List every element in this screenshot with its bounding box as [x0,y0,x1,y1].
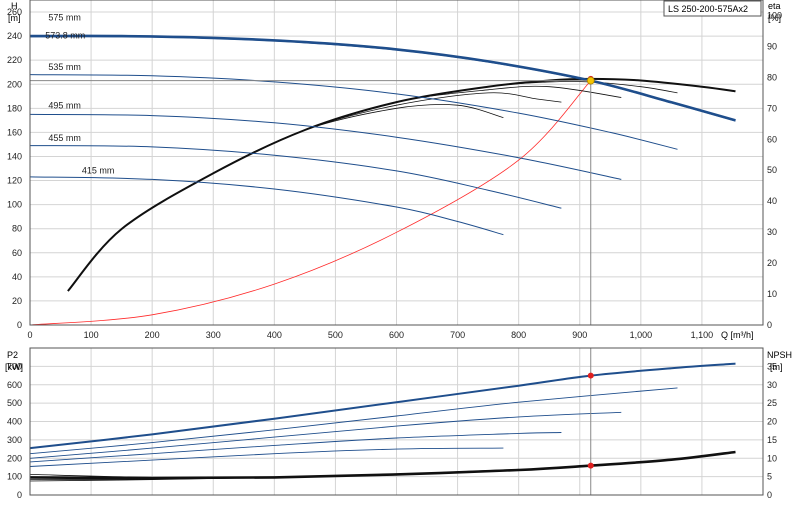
head-tick-label: 20 [12,296,22,306]
top-left-axis-unit: [m] [8,13,21,23]
power-tick-label: 300 [7,435,22,445]
head-tick-label: 0 [17,320,22,330]
impeller-diameter-label: 575 mm [48,12,81,22]
efficiency-tick-label: 50 [767,165,777,175]
x-tick-label: 700 [450,330,465,340]
x-tick-label: 200 [145,330,160,340]
efficiency-tick-label: 80 [767,72,777,82]
efficiency-tick-label: 90 [767,41,777,51]
npsh-tick-label: 0 [767,490,772,500]
power-tick-label: 500 [7,398,22,408]
x-tick-label: 0 [27,330,32,340]
power-tick-label: 400 [7,417,22,427]
impeller-diameter-label: 455 mm [48,133,81,143]
head-tick-label: 240 [7,31,22,41]
npsh-tick-label: 20 [767,417,777,427]
power-tick-label: 600 [7,380,22,390]
x-tick-label: 500 [328,330,343,340]
top-left-axis-label: H [11,1,18,11]
npsh-tick-label: 10 [767,453,777,463]
efficiency-tick-label: 60 [767,134,777,144]
head-tick-label: 40 [12,272,22,282]
top-right-axis-unit: [%] [768,13,781,23]
chart-title: LS 250-200-575Ax2 [668,4,748,14]
x-tick-label: 100 [84,330,99,340]
head-tick-label: 160 [7,127,22,137]
power-curve [29,432,562,463]
x-tick-label: 300 [206,330,221,340]
efficiency-tick-label: 0 [767,320,772,330]
x-tick-label: 900 [572,330,587,340]
pump-performance-chart: 575 mm 573.8 mm 535 mm 495 mm 455 mm 415 mm 0 1… [0,0,800,520]
efficiency-tick-label: 20 [767,258,777,268]
head-tick-label: 180 [7,103,22,113]
x-axis-label: Q [m³/h] [721,330,754,340]
power-tick-label: 100 [7,472,22,482]
head-tick-label: 220 [7,55,22,65]
bottom-left-axis-unit: [kW] [5,362,23,372]
npsh-tick-label: 5 [767,472,772,482]
head-tick-label: 60 [12,248,22,258]
impeller-diameter-label: 415 mm [82,165,115,175]
impeller-diameter-label: 573.8 mm [45,31,85,41]
efficiency-tick-label: 10 [767,289,777,299]
npsh-tick-label: 15 [767,435,777,445]
impeller-diameter-label: 535 mm [48,62,81,72]
head-curve [29,113,622,180]
chart-svg: 575 mm 573.8 mm 535 mm 495 mm 455 mm 415 mm 0 1… [5,0,792,500]
efficiency-tick-label: 40 [767,196,777,206]
head-tick-label: 200 [7,79,22,89]
bottom-left-axis-label: P2 [7,350,18,360]
power-tick-label: 200 [7,453,22,463]
efficiency-curve [67,77,736,292]
x-tick-label: 1,000 [630,330,653,340]
power-curve [29,387,678,455]
npsh-tick-label: 25 [767,398,777,408]
head-tick-label: 100 [7,200,22,210]
npsh-operating-marker [587,462,594,469]
head-curve [29,176,504,236]
efficiency-tick-label: 70 [767,103,777,113]
head-tick-label: 80 [12,224,22,234]
top-right-axis-label: eta [768,1,781,11]
head-operating-marker [586,76,595,85]
x-tick-label: 400 [267,330,282,340]
head-curve [29,145,562,209]
x-tick-label: 600 [389,330,404,340]
power-curve [29,362,736,450]
head-tick-label: 140 [7,151,22,161]
impeller-diameter-label: 495 mm [48,100,81,110]
npsh-tick-label: 30 [767,380,777,390]
efficiency-curve [67,92,562,292]
bottom-right-axis-label: NPSH [767,350,792,360]
power-tick-label: 0 [17,490,22,500]
system-curve [29,80,591,326]
head-tick-label: 120 [7,176,22,186]
bottom-right-axis-unit: [m] [770,362,783,372]
x-tick-label: 1,100 [691,330,714,340]
efficiency-tick-label: 30 [767,227,777,237]
x-tick-label: 800 [511,330,526,340]
power-operating-marker [587,372,594,379]
head-curve [29,74,678,150]
